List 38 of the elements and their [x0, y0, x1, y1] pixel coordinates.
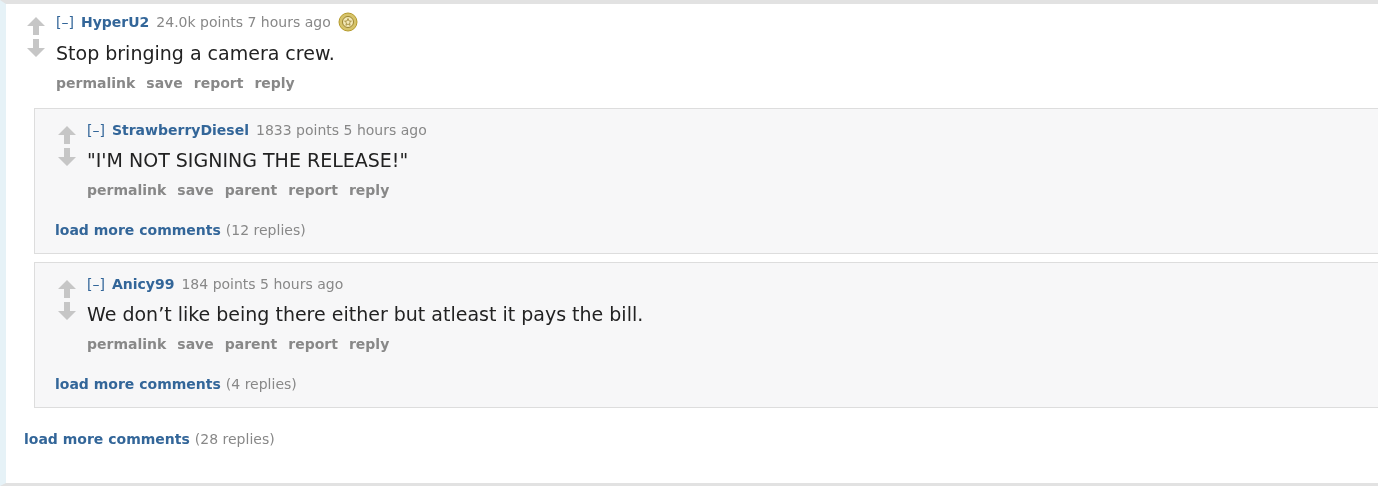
- upvote-arrow-icon[interactable]: [57, 125, 77, 145]
- downvote-arrow-icon[interactable]: [57, 301, 77, 321]
- comment-action-link[interactable]: save: [177, 181, 214, 199]
- comment-action-link[interactable]: report: [288, 335, 338, 353]
- comment-text: We don’t like being there either but atleast it pays the bill.: [87, 303, 645, 325]
- collapse-toggle[interactable]: [–]: [87, 121, 105, 139]
- comment-score-time: 24.0k points 7 hours ago: [156, 13, 331, 31]
- upvote-arrow-icon[interactable]: [26, 16, 46, 36]
- collapse-toggle[interactable]: [–]: [56, 13, 74, 31]
- author-link[interactable]: HyperU2: [80, 13, 150, 31]
- comment-score-time: 1833 points 5 hours ago: [256, 121, 427, 139]
- comment-action-link[interactable]: reply: [348, 335, 390, 353]
- comment-action-link[interactable]: save: [177, 335, 214, 353]
- reply-count: (28 replies): [194, 430, 275, 448]
- comment-action-link[interactable]: save: [146, 74, 183, 92]
- load-more-link[interactable]: load more comments: [24, 430, 190, 448]
- collapse-toggle[interactable]: [–]: [87, 275, 105, 293]
- comment-action-link[interactable]: permalink: [87, 335, 167, 353]
- comment-action-link[interactable]: parent: [224, 181, 278, 199]
- load-more-link[interactable]: load more comments: [55, 221, 221, 239]
- reply-count: (12 replies): [225, 221, 306, 239]
- comment-score-time: 184 points 5 hours ago: [181, 275, 344, 293]
- comment-action-link[interactable]: parent: [224, 335, 278, 353]
- comment-action-link[interactable]: report: [288, 181, 338, 199]
- comment-text: "I'M NOT SIGNING THE RELEASE!": [87, 149, 410, 171]
- comment-text: Stop bringing a camera crew.: [56, 42, 336, 64]
- author-link[interactable]: Anicy99: [111, 275, 175, 293]
- downvote-arrow-icon[interactable]: [26, 38, 46, 58]
- load-more-link[interactable]: load more comments: [55, 375, 221, 393]
- upvote-arrow-icon[interactable]: [57, 279, 77, 299]
- reply-count: (4 replies): [225, 375, 297, 393]
- comment-action-link[interactable]: reply: [254, 74, 295, 92]
- downvote-arrow-icon[interactable]: [57, 147, 77, 167]
- comment-action-link[interactable]: permalink: [87, 181, 167, 199]
- comment-action-link[interactable]: permalink: [56, 74, 136, 92]
- comment-action-link[interactable]: reply: [348, 181, 390, 199]
- comment-action-link[interactable]: report: [193, 74, 244, 92]
- author-link[interactable]: StrawberryDiesel: [111, 121, 249, 139]
